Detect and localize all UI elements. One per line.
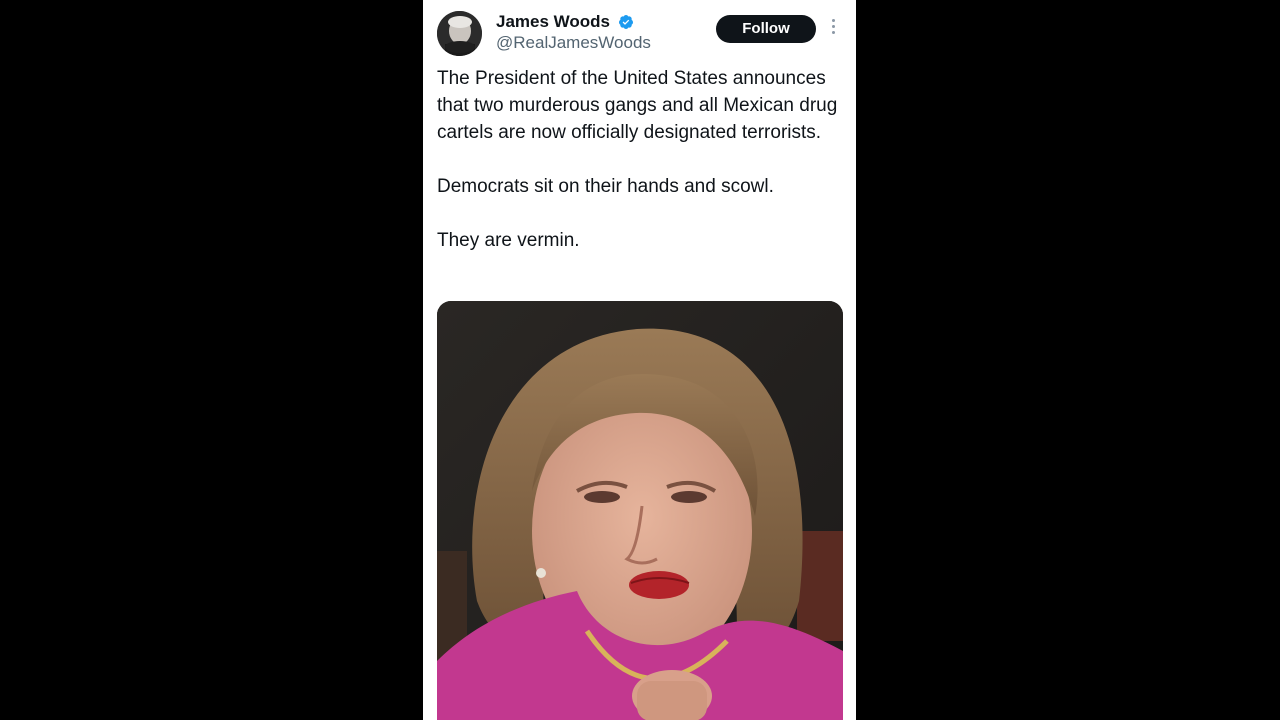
author-names: James Woods @RealJamesWoods	[496, 12, 651, 54]
tweet-card: James Woods @RealJamesWoods Follow The P…	[423, 0, 856, 720]
tweet-media-photo[interactable]	[437, 301, 843, 720]
author-avatar[interactable]	[437, 11, 482, 56]
author-handle[interactable]: @RealJamesWoods	[496, 32, 651, 54]
photo-image	[437, 301, 843, 720]
tweet-header: James Woods @RealJamesWoods Follow	[437, 11, 842, 57]
tweet-paragraph: The President of the United States annou…	[437, 68, 838, 143]
follow-button[interactable]: Follow	[716, 15, 816, 43]
more-vertical-icon[interactable]	[829, 19, 837, 39]
video-frame: James Woods @RealJamesWoods Follow The P…	[0, 0, 1280, 720]
tweet-paragraph: They are vermin.	[437, 230, 580, 251]
author-display-name[interactable]: James Woods	[496, 12, 610, 32]
tweet-paragraph: Democrats sit on their hands and scowl.	[437, 176, 774, 197]
tweet-text: The President of the United States annou…	[437, 65, 842, 281]
verified-badge-icon	[619, 15, 634, 29]
profile-photo-icon	[437, 11, 482, 56]
